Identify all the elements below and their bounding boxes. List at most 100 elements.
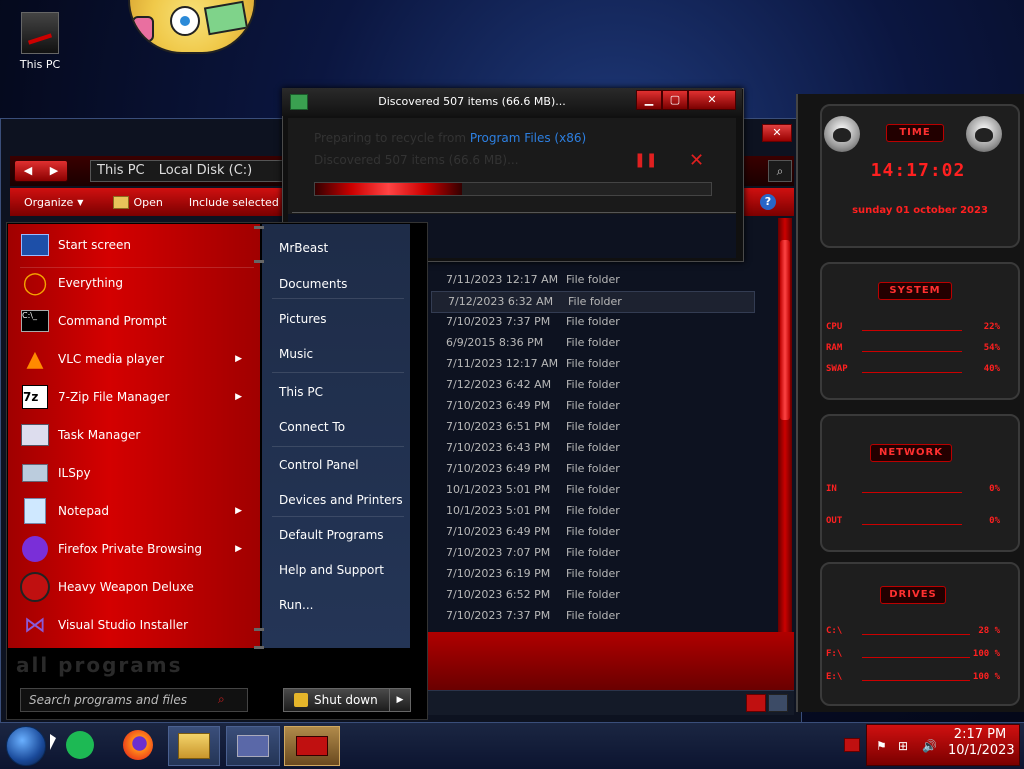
start-menu-place-item[interactable]: MrBeast: [279, 238, 328, 258]
breadcrumb-local-disk[interactable]: Local Disk (C:): [159, 163, 252, 178]
minimize-button[interactable]: ▁: [636, 90, 662, 110]
table-row[interactable]: 7/10/2023 7:07 PM File folder: [430, 543, 750, 563]
spotify-icon: [66, 731, 94, 759]
table-row[interactable]: 7/11/2023 12:17 AM File folder: [430, 354, 750, 374]
shutdown-button[interactable]: Shut down ▶: [283, 688, 411, 712]
table-row[interactable]: 10/1/2023 5:01 PM File folder: [430, 480, 750, 500]
open-button[interactable]: Open: [113, 195, 163, 209]
table-row[interactable]: 7/10/2023 6:49 PM File folder: [430, 459, 750, 479]
table-row[interactable]: 7/12/2023 6:32 AM File folder: [431, 291, 755, 313]
type-cell: File folder: [566, 399, 620, 412]
table-row[interactable]: 7/10/2023 7:37 PM File folder: [430, 606, 750, 626]
system-label: CPU: [826, 322, 843, 332]
back-arrow-icon[interactable]: ◀: [24, 161, 32, 181]
network-panel: [820, 414, 1020, 552]
source-folder-link[interactable]: Program Files (x86): [470, 131, 586, 145]
start-menu-place-item[interactable]: Connect To: [279, 417, 345, 437]
date-modified-cell: 7/10/2023 6:49 PM: [446, 462, 551, 475]
start-menu-item-label: Heavy Weapon Deluxe: [58, 580, 194, 594]
taskbar-spotify-button[interactable]: [62, 726, 98, 764]
date-modified-cell: 6/9/2015 8:36 PM: [446, 336, 544, 349]
table-row[interactable]: 7/10/2023 7:37 PM File folder: [430, 312, 750, 332]
desktop-icon-this-pc[interactable]: This PC: [12, 8, 68, 71]
start-search-input[interactable]: Search programs and files: [20, 688, 248, 712]
dialog-title: Discovered 507 items (66.6 MB)...: [378, 95, 566, 108]
table-row[interactable]: 7/10/2023 6:19 PM File folder: [430, 564, 750, 584]
start-menu-item[interactable]: ⋈ Visual Studio Installer: [20, 607, 258, 643]
start-menu-place-item[interactable]: Pictures: [279, 309, 327, 329]
forward-arrow-icon[interactable]: ▶: [50, 161, 58, 181]
start-orb-button[interactable]: [6, 726, 46, 766]
start-menu-item[interactable]: ▲ VLC media player ▶: [20, 341, 258, 377]
taskbar-clock[interactable]: 2:17 PM 10/1/2023: [948, 727, 1015, 759]
organize-button[interactable]: Organize ▼: [24, 196, 83, 209]
search-icon[interactable]: ⌕: [768, 160, 792, 182]
7zip-icon: 7z: [20, 383, 50, 411]
large-icons-view-icon[interactable]: [768, 694, 788, 712]
all-programs-button[interactable]: all programs: [16, 650, 410, 680]
start-menu-place-item[interactable]: Run...: [279, 595, 313, 615]
type-cell: File folder: [566, 315, 620, 328]
volume-icon[interactable]: 🔊: [922, 739, 937, 753]
date-modified-cell: 7/10/2023 6:51 PM: [446, 420, 551, 433]
table-row[interactable]: 7/10/2023 6:49 PM File folder: [430, 522, 750, 542]
details-view-icon[interactable]: [746, 694, 766, 712]
table-row[interactable]: 7/12/2023 6:42 AM File folder: [430, 375, 750, 395]
network-icon[interactable]: ⊞: [898, 739, 908, 753]
taskbar-gadget-button[interactable]: [284, 726, 340, 766]
start-menu-place-item[interactable]: Devices and Printers: [279, 490, 403, 510]
start-menu-place-item[interactable]: Default Programs: [279, 525, 384, 545]
start-menu-item[interactable]: C:\_ Command Prompt: [20, 303, 258, 339]
mouse-cursor: [50, 734, 56, 750]
start-menu-place-item[interactable]: This PC: [279, 382, 323, 402]
show-hidden-icons-button[interactable]: [844, 738, 860, 752]
private-mask-icon: [20, 535, 50, 563]
explorer-close-button[interactable]: ✕: [762, 124, 792, 142]
table-row[interactable]: 7/11/2023 12:17 AM File folder: [430, 270, 750, 290]
date-modified-cell: 7/10/2023 6:49 PM: [446, 525, 551, 538]
taskbar-explorer-button[interactable]: [168, 726, 220, 766]
vertical-scrollbar[interactable]: [778, 218, 792, 632]
table-row[interactable]: 7/10/2023 6:52 PM File folder: [430, 585, 750, 605]
start-menu-place-item[interactable]: Music: [279, 344, 313, 364]
chevron-right-icon[interactable]: ▶: [389, 689, 410, 711]
start-menu-item[interactable]: Heavy Weapon Deluxe: [20, 569, 258, 605]
date-modified-cell: 7/10/2023 6:19 PM: [446, 567, 551, 580]
table-row[interactable]: 7/10/2023 6:49 PM File folder: [430, 396, 750, 416]
start-menu-item[interactable]: ◯ Everything: [20, 265, 258, 301]
include-label: Include selected fol: [188, 195, 296, 209]
network-label: IN: [826, 484, 837, 494]
start-menu-item[interactable]: Notepad ▶: [20, 493, 258, 529]
help-icon[interactable]: ?: [760, 194, 776, 210]
chevron-right-icon: ▶: [235, 506, 242, 516]
start-menu-item[interactable]: ILSpy: [20, 455, 258, 491]
cancel-icon[interactable]: ✕: [689, 150, 704, 171]
date-modified-cell: 7/10/2023 6:49 PM: [446, 399, 551, 412]
monitor-chart-icon: [20, 421, 50, 449]
address-bar[interactable]: This PC Local Disk (C:): [90, 160, 298, 182]
start-menu-place-item[interactable]: Control Panel: [279, 455, 359, 475]
start-menu-item[interactable]: Firefox Private Browsing ▶: [20, 531, 258, 567]
start-menu-item[interactable]: 7z 7-Zip File Manager ▶: [20, 379, 258, 415]
start-menu-item[interactable]: Start screen: [20, 227, 258, 263]
flag-icon[interactable]: ⚑: [876, 739, 887, 753]
chevron-down-icon: ▼: [77, 197, 84, 207]
start-menu-place-item[interactable]: Help and Support: [279, 560, 384, 580]
pause-icon[interactable]: ❚❚: [634, 152, 657, 168]
table-row[interactable]: 6/9/2015 8:36 PM File folder: [430, 333, 750, 353]
table-row[interactable]: 7/10/2023 6:51 PM File folder: [430, 417, 750, 437]
start-menu-place-item[interactable]: Documents: [279, 274, 347, 294]
taskbar-window-button[interactable]: [226, 726, 280, 766]
breadcrumb-this-pc[interactable]: This PC: [97, 163, 145, 178]
type-cell: File folder: [566, 609, 620, 622]
table-row[interactable]: 10/1/2023 5:01 PM File folder: [430, 501, 750, 521]
include-in-library-button[interactable]: Include selected fol: [189, 196, 296, 209]
traffic-cone-icon: ▲: [26, 346, 44, 372]
dialog-close-button[interactable]: ✕: [688, 90, 736, 110]
taskbar-firefox-button[interactable]: [118, 726, 158, 764]
scrollbar-thumb[interactable]: [780, 240, 790, 420]
window-app-icon: [237, 735, 269, 757]
start-menu-item[interactable]: Task Manager: [20, 417, 258, 453]
maximize-button[interactable]: ▢: [662, 90, 688, 110]
table-row[interactable]: 7/10/2023 6:43 PM File folder: [430, 438, 750, 458]
